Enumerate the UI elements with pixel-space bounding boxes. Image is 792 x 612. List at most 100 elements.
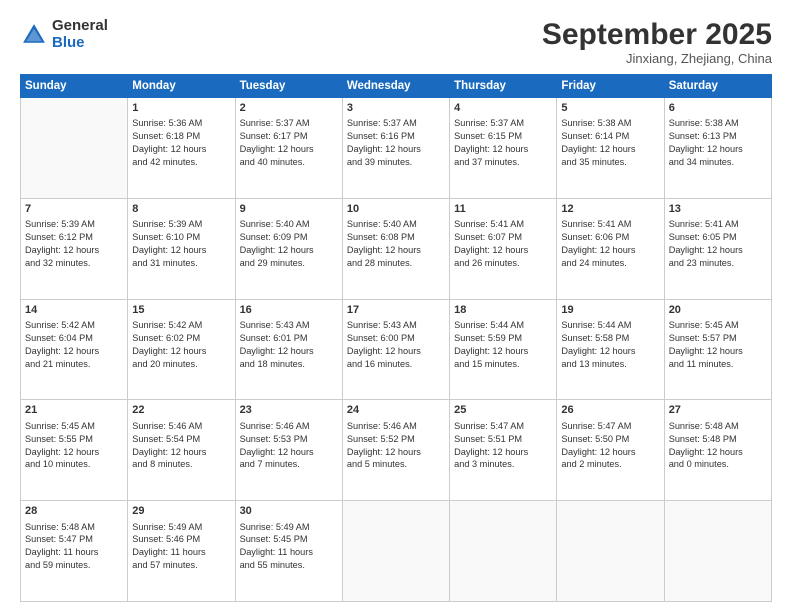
calendar-cell: 16 Sunrise: 5:43 AM Sunset: 6:01 PM Dayli… — [235, 299, 342, 400]
calendar-week-row: 1 Sunrise: 5:36 AM Sunset: 6:18 PM Daylig… — [21, 98, 772, 199]
day-number: 1 — [132, 101, 230, 116]
logo: General Blue — [20, 18, 108, 51]
month-title: September 2025 — [542, 18, 772, 51]
calendar-day-header: Wednesday — [342, 75, 449, 98]
calendar-cell: 4Sunrise: 5:37 AM Sunset: 6:15 PM Daylig… — [450, 98, 557, 199]
day-number: 24 — [347, 403, 445, 418]
calendar-cell: 17Sunrise: 5:43 AM Sunset: 6:00 PM Dayli… — [342, 299, 449, 400]
calendar-cell: 18 Sunrise: 5:44 AM Sunset: 5:59 PM Dayli… — [450, 299, 557, 400]
day-number: 23 — [240, 403, 338, 418]
calendar-cell: 3Sunrise: 5:37 AM Sunset: 6:16 PM Daylig… — [342, 98, 449, 199]
day-number: 10 — [347, 202, 445, 217]
day-number: 16 — [240, 303, 338, 318]
day-info: Sunrise: 5:39 AM Sunset: 6:12 PM Dayligh… — [25, 219, 99, 268]
day-info: Sunrise: 5:49 AM Sunset: 5:46 PM Dayligh… — [132, 522, 205, 571]
calendar-cell: 29 Sunrise: 5:49 AM Sunset: 5:46 PM Dayli… — [128, 501, 235, 602]
calendar-week-row: 21 Sunrise: 5:45 AM Sunset: 5:55 PM Dayli… — [21, 400, 772, 501]
calendar-cell: 25Sunrise: 5:47 AM Sunset: 5:51 PM Dayli… — [450, 400, 557, 501]
day-number: 22 — [132, 403, 230, 418]
calendar-day-header: Friday — [557, 75, 664, 98]
day-info: Sunrise: 5:36 AM Sunset: 6:18 PM Dayligh… — [132, 118, 206, 167]
day-number: 7 — [25, 202, 123, 217]
calendar-cell: 7 Sunrise: 5:39 AM Sunset: 6:12 PM Daylig… — [21, 198, 128, 299]
calendar-cell: 11 Sunrise: 5:41 AM Sunset: 6:07 PM Dayli… — [450, 198, 557, 299]
day-number: 20 — [669, 303, 767, 318]
calendar-cell: 26Sunrise: 5:47 AM Sunset: 5:50 PM Dayli… — [557, 400, 664, 501]
calendar-table: SundayMondayTuesdayWednesdayThursdayFrid… — [20, 74, 772, 602]
logo-line2: Blue — [52, 34, 85, 51]
day-info: Sunrise: 5:48 AM Sunset: 5:47 PM Dayligh… — [25, 522, 98, 571]
calendar-cell: 9Sunrise: 5:40 AM Sunset: 6:09 PM Daylig… — [235, 198, 342, 299]
page: General Blue September 2025 Jinxiang, Zh… — [0, 0, 792, 612]
day-info: Sunrise: 5:37 AM Sunset: 6:16 PM Dayligh… — [347, 118, 421, 167]
calendar-cell: 10 Sunrise: 5:40 AM Sunset: 6:08 PM Dayli… — [342, 198, 449, 299]
day-number: 27 — [669, 403, 767, 418]
day-info: Sunrise: 5:39 AM Sunset: 6:10 PM Dayligh… — [132, 219, 206, 268]
calendar-cell: 20 Sunrise: 5:45 AM Sunset: 5:57 PM Dayli… — [664, 299, 771, 400]
day-number: 18 — [454, 303, 552, 318]
logo-text: General Blue — [52, 18, 108, 51]
day-info: Sunrise: 5:47 AM Sunset: 5:50 PM Dayligh… — [561, 421, 635, 470]
calendar-cell: 5 Sunrise: 5:38 AM Sunset: 6:14 PM Daylig… — [557, 98, 664, 199]
day-info: Sunrise: 5:41 AM Sunset: 6:05 PM Dayligh… — [669, 219, 743, 268]
calendar-day-header: Saturday — [664, 75, 771, 98]
calendar-cell: 1 Sunrise: 5:36 AM Sunset: 6:18 PM Daylig… — [128, 98, 235, 199]
header: General Blue September 2025 Jinxiang, Zh… — [20, 18, 772, 66]
title-block: September 2025 Jinxiang, Zhejiang, China — [542, 18, 772, 66]
calendar-cell: 27 Sunrise: 5:48 AM Sunset: 5:48 PM Dayli… — [664, 400, 771, 501]
logo-icon — [20, 21, 48, 49]
day-number: 2 — [240, 101, 338, 116]
day-info: Sunrise: 5:42 AM Sunset: 6:02 PM Dayligh… — [132, 320, 206, 369]
day-number: 28 — [25, 504, 123, 519]
calendar-cell: 30Sunrise: 5:49 AM Sunset: 5:45 PM Dayli… — [235, 501, 342, 602]
day-info: Sunrise: 5:38 AM Sunset: 6:13 PM Dayligh… — [669, 118, 743, 167]
day-info: Sunrise: 5:46 AM Sunset: 5:52 PM Dayligh… — [347, 421, 421, 470]
day-number: 5 — [561, 101, 659, 116]
day-number: 29 — [132, 504, 230, 519]
calendar-cell — [342, 501, 449, 602]
day-number: 14 — [25, 303, 123, 318]
calendar-day-header: Tuesday — [235, 75, 342, 98]
day-info: Sunrise: 5:38 AM Sunset: 6:14 PM Dayligh… — [561, 118, 635, 167]
day-info: Sunrise: 5:45 AM Sunset: 5:57 PM Dayligh… — [669, 320, 743, 369]
day-info: Sunrise: 5:37 AM Sunset: 6:17 PM Dayligh… — [240, 118, 314, 167]
day-info: Sunrise: 5:46 AM Sunset: 5:54 PM Dayligh… — [132, 421, 206, 470]
day-number: 17 — [347, 303, 445, 318]
day-number: 4 — [454, 101, 552, 116]
calendar-week-row: 14Sunrise: 5:42 AM Sunset: 6:04 PM Dayli… — [21, 299, 772, 400]
day-number: 6 — [669, 101, 767, 116]
day-number: 12 — [561, 202, 659, 217]
calendar-cell: 24 Sunrise: 5:46 AM Sunset: 5:52 PM Dayli… — [342, 400, 449, 501]
calendar-week-row: 7 Sunrise: 5:39 AM Sunset: 6:12 PM Daylig… — [21, 198, 772, 299]
calendar-cell: 21 Sunrise: 5:45 AM Sunset: 5:55 PM Dayli… — [21, 400, 128, 501]
calendar-day-header: Monday — [128, 75, 235, 98]
calendar-cell: 8 Sunrise: 5:39 AM Sunset: 6:10 PM Daylig… — [128, 198, 235, 299]
day-info: Sunrise: 5:43 AM Sunset: 6:01 PM Dayligh… — [240, 320, 314, 369]
calendar-day-header: Sunday — [21, 75, 128, 98]
day-info: Sunrise: 5:44 AM Sunset: 5:58 PM Dayligh… — [561, 320, 635, 369]
calendar-cell — [664, 501, 771, 602]
day-info: Sunrise: 5:44 AM Sunset: 5:59 PM Dayligh… — [454, 320, 528, 369]
day-info: Sunrise: 5:41 AM Sunset: 6:07 PM Dayligh… — [454, 219, 528, 268]
day-number: 21 — [25, 403, 123, 418]
calendar-cell — [21, 98, 128, 199]
day-number: 9 — [240, 202, 338, 217]
day-info: Sunrise: 5:40 AM Sunset: 6:08 PM Dayligh… — [347, 219, 421, 268]
day-number: 8 — [132, 202, 230, 217]
day-number: 19 — [561, 303, 659, 318]
day-number: 25 — [454, 403, 552, 418]
calendar-cell: 12Sunrise: 5:41 AM Sunset: 6:06 PM Dayli… — [557, 198, 664, 299]
logo-line1: General — [52, 17, 108, 34]
calendar-cell: 28 Sunrise: 5:48 AM Sunset: 5:47 PM Dayli… — [21, 501, 128, 602]
calendar-cell: 14Sunrise: 5:42 AM Sunset: 6:04 PM Dayli… — [21, 299, 128, 400]
day-info: Sunrise: 5:45 AM Sunset: 5:55 PM Dayligh… — [25, 421, 99, 470]
day-info: Sunrise: 5:46 AM Sunset: 5:53 PM Dayligh… — [240, 421, 314, 470]
calendar-cell: 13 Sunrise: 5:41 AM Sunset: 6:05 PM Dayli… — [664, 198, 771, 299]
day-number: 13 — [669, 202, 767, 217]
day-number: 11 — [454, 202, 552, 217]
day-number: 15 — [132, 303, 230, 318]
calendar-cell: 2 Sunrise: 5:37 AM Sunset: 6:17 PM Daylig… — [235, 98, 342, 199]
day-info: Sunrise: 5:49 AM Sunset: 5:45 PM Dayligh… — [240, 522, 313, 571]
calendar-cell: 23 Sunrise: 5:46 AM Sunset: 5:53 PM Dayli… — [235, 400, 342, 501]
day-info: Sunrise: 5:48 AM Sunset: 5:48 PM Dayligh… — [669, 421, 743, 470]
